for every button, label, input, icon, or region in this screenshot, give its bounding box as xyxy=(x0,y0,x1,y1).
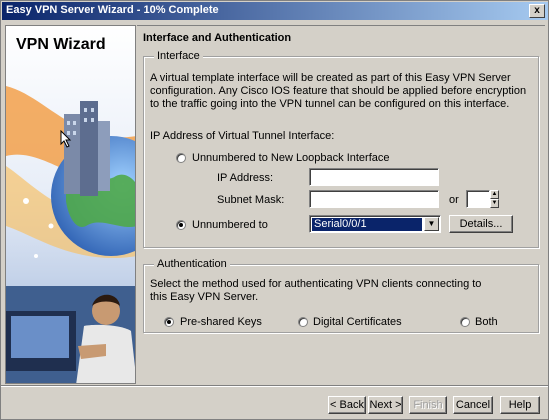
back-button[interactable]: < Back xyxy=(328,396,366,414)
sidebar-title: VPN Wizard xyxy=(16,36,106,53)
prefix-length-stepper[interactable]: ▲ ▼ xyxy=(490,190,499,208)
ip-section-label: IP Address of Virtual Tunnel Interface: xyxy=(150,130,335,142)
interface-description: A virtual template interface will be cre… xyxy=(150,72,527,110)
loopback-option-label[interactable]: Unnumbered to New Loopback Interface xyxy=(192,152,390,165)
wizard-window: Easy VPN Server Wizard - 10% Complete x xyxy=(0,0,549,420)
authentication-description: Select the method used for authenticatin… xyxy=(150,278,482,303)
preshared-keys-radio[interactable] xyxy=(164,317,174,327)
close-icon: x xyxy=(534,5,540,16)
unnumbered-interface-value: Serial0/0/1 xyxy=(312,218,422,231)
cancel-button[interactable]: Cancel xyxy=(453,396,493,414)
ip-address-label: IP Address: xyxy=(217,172,274,184)
wizard-footer: < Back Next > Finish Cancel Help xyxy=(1,385,548,419)
interface-group: Interface A virtual template interface w… xyxy=(143,50,539,248)
or-label: or xyxy=(449,194,459,206)
next-button[interactable]: Next > xyxy=(368,396,403,414)
wizard-illustration xyxy=(6,26,135,383)
both-radio[interactable] xyxy=(460,317,470,327)
window-title: Easy VPN Server Wizard - 10% Complete xyxy=(6,4,219,16)
unnumbered-option-label[interactable]: Unnumbered to xyxy=(192,219,268,232)
subnet-mask-input[interactable] xyxy=(309,190,439,208)
preshared-keys-label[interactable]: Pre-shared Keys xyxy=(180,316,262,329)
authentication-group: Authentication Select the method used fo… xyxy=(143,258,539,333)
stepper-down-icon[interactable]: ▼ xyxy=(490,199,499,208)
ip-address-input[interactable] xyxy=(309,168,439,186)
interface-legend: Interface xyxy=(154,50,203,62)
chevron-down-icon[interactable]: ▼ xyxy=(424,217,439,231)
subnet-mask-label: Subnet Mask: xyxy=(217,194,285,206)
help-button[interactable]: Help xyxy=(500,396,540,414)
wizard-content: Interface and Authentication Interface A… xyxy=(137,25,545,384)
page-title: Interface and Authentication xyxy=(143,32,292,44)
details-button[interactable]: Details... xyxy=(449,215,513,233)
loopback-radio[interactable] xyxy=(176,153,186,163)
unnumbered-radio[interactable] xyxy=(176,220,186,230)
prefix-length-input[interactable] xyxy=(466,190,490,208)
authentication-legend: Authentication xyxy=(154,258,230,270)
both-label[interactable]: Both xyxy=(475,316,498,329)
title-bar[interactable]: Easy VPN Server Wizard - 10% Complete x xyxy=(2,2,548,20)
digital-certificates-radio[interactable] xyxy=(298,317,308,327)
wizard-side-panel: VPN Wizard xyxy=(5,25,136,384)
close-button[interactable]: x xyxy=(529,4,545,18)
digital-certificates-label[interactable]: Digital Certificates xyxy=(313,316,402,329)
unnumbered-interface-select[interactable]: Serial0/0/1 ▼ xyxy=(309,215,441,233)
stepper-up-icon[interactable]: ▲ xyxy=(490,190,499,199)
mouse-cursor-icon xyxy=(60,130,72,148)
finish-button[interactable]: Finish xyxy=(409,396,447,414)
